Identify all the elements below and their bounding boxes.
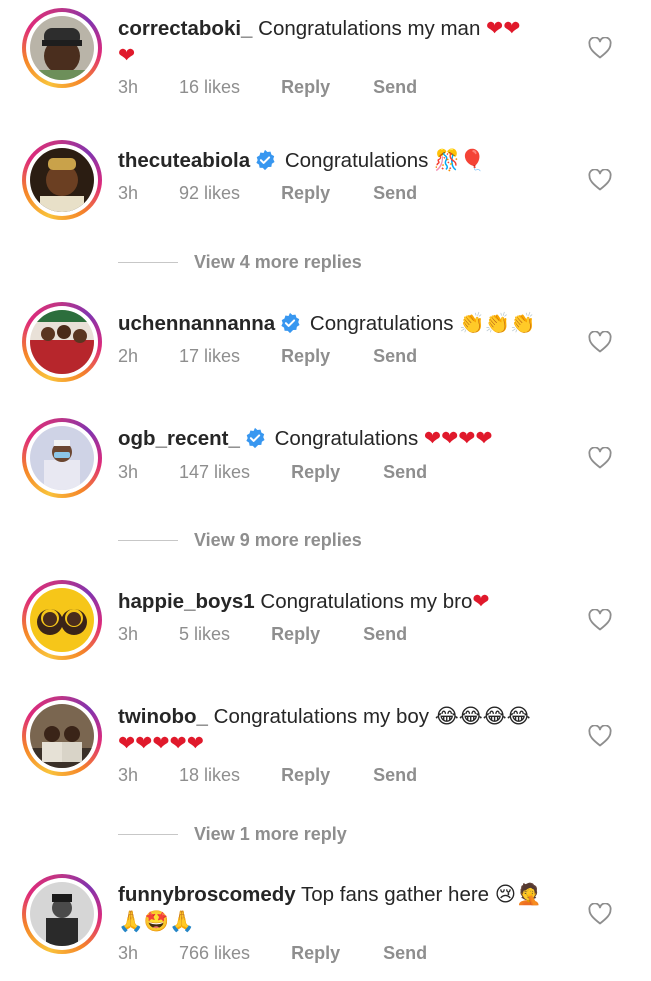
comment-meta: 3h 5 likes Reply Send [118, 624, 407, 645]
comment-body: Congratulations my bro [260, 590, 473, 613]
comment-likes[interactable]: 17 likes [179, 346, 240, 367]
comment-emoji: 😢🤦 [494, 882, 542, 906]
comment-time: 3h [118, 624, 139, 644]
comment-likes[interactable]: 5 likes [179, 624, 230, 645]
comment-emoji: 👏👏👏 [459, 311, 536, 335]
comment-username[interactable]: happie_boys1 [118, 590, 255, 613]
send-button[interactable]: Send [373, 765, 417, 786]
avatar[interactable] [22, 418, 102, 498]
comment-meta: 3h 766 likes Reply Send [118, 943, 427, 964]
comment-body: Congratulations [274, 427, 419, 450]
reply-button[interactable]: Reply [281, 183, 330, 204]
divider-line [118, 539, 178, 541]
send-button[interactable]: Send [373, 77, 417, 98]
comment-body: Congratulations [284, 149, 429, 172]
send-button[interactable]: Send [373, 346, 417, 367]
divider-line [118, 261, 178, 263]
reply-button[interactable]: Reply [281, 77, 330, 98]
send-button[interactable]: Send [363, 624, 407, 645]
comment-meta: 3h 92 likes Reply Send [118, 183, 417, 204]
comment-likes[interactable]: 766 likes [179, 943, 250, 964]
heart-outline-icon[interactable] [588, 446, 612, 469]
avatar[interactable] [22, 874, 102, 954]
comment-emoji: 🎊🎈 [434, 148, 486, 172]
comment-text: ogb_recent_ Congratulations ❤❤❤❤ [118, 425, 558, 452]
comment-time: 2h [118, 346, 139, 366]
comment-body: Congratulations my boy [213, 705, 430, 728]
comment-username[interactable]: uchennannanna [118, 312, 275, 335]
send-button[interactable]: Send [383, 462, 427, 483]
reply-button[interactable]: Reply [281, 346, 330, 367]
comment-username[interactable]: thecuteabiola [118, 149, 250, 172]
comment-emoji: ❤❤ [486, 16, 521, 40]
reply-button[interactable]: Reply [281, 765, 330, 786]
verified-badge-icon [281, 312, 300, 334]
comment-body: Congratulations my man [258, 17, 481, 40]
comment-time: 3h [118, 462, 139, 482]
comment-meta: 3h 147 likes Reply Send [118, 462, 427, 483]
comment-text: twinobo_ Congratulations my boy 😂😂😂😂 ❤❤❤… [118, 703, 558, 757]
reply-button[interactable]: Reply [291, 462, 340, 483]
heart-outline-icon[interactable] [588, 36, 612, 59]
avatar[interactable] [22, 696, 102, 776]
avatar[interactable] [22, 302, 102, 382]
avatar[interactable] [22, 140, 102, 220]
comment-meta: 2h 17 likes Reply Send [118, 346, 417, 367]
comment-likes[interactable]: 147 likes [179, 462, 250, 483]
comment-time: 3h [118, 77, 139, 97]
view-more-replies[interactable]: View 4 more replies [118, 251, 362, 273]
comment-text: uchennannanna Congratulations 👏👏👏 [118, 310, 558, 337]
verified-badge-icon [246, 427, 265, 449]
heart-outline-icon[interactable] [588, 168, 612, 191]
comment-time: 3h [118, 943, 139, 963]
comment-likes[interactable]: 16 likes [179, 77, 240, 98]
comment-username[interactable]: funnybroscomedy [118, 883, 296, 906]
comment-body: Congratulations [309, 312, 454, 335]
comment-emoji-line2: ❤ [118, 43, 136, 67]
comment-username[interactable]: ogb_recent_ [118, 427, 240, 450]
reply-button[interactable]: Reply [271, 624, 320, 645]
comment-emoji: 😂😂😂😂 [434, 704, 531, 728]
comment-time: 3h [118, 183, 139, 203]
reply-button[interactable]: Reply [291, 943, 340, 964]
view-more-replies[interactable]: View 1 more reply [118, 823, 347, 845]
comment-emoji-line2: 🙏🤩🙏 [118, 909, 195, 933]
heart-outline-icon[interactable] [588, 902, 612, 925]
comment-emoji-line2: ❤❤❤❤❤ [118, 731, 204, 755]
comment-text: thecuteabiola Congratulations 🎊🎈 [118, 147, 558, 174]
comment-emoji: ❤ [472, 589, 490, 613]
heart-outline-icon[interactable] [588, 330, 612, 353]
verified-badge-icon [256, 149, 275, 171]
comment-username[interactable]: twinobo_ [118, 705, 208, 728]
avatar[interactable] [22, 8, 102, 88]
heart-outline-icon[interactable] [588, 608, 612, 631]
comment-time: 3h [118, 765, 139, 785]
comment-emoji: ❤❤❤❤ [423, 426, 493, 450]
comment-text: happie_boys1 Congratulations my bro❤ [118, 588, 558, 615]
comment-text: funnybroscomedy Top fans gather here 😢🤦 … [118, 881, 558, 935]
send-button[interactable]: Send [373, 183, 417, 204]
send-button[interactable]: Send [383, 943, 427, 964]
comment-meta: 3h 16 likes Reply Send [118, 77, 417, 98]
view-more-replies[interactable]: View 9 more replies [118, 529, 362, 551]
comment-likes[interactable]: 92 likes [179, 183, 240, 204]
comment-username[interactable]: correctaboki_ [118, 17, 252, 40]
comment-meta: 3h 18 likes Reply Send [118, 765, 417, 786]
heart-outline-icon[interactable] [588, 724, 612, 747]
comment-likes[interactable]: 18 likes [179, 765, 240, 786]
comment-body: Top fans gather here [301, 883, 490, 906]
avatar[interactable] [22, 580, 102, 660]
divider-line [118, 833, 178, 835]
comment-text: correctaboki_ Congratulations my man ❤❤ … [118, 15, 558, 69]
